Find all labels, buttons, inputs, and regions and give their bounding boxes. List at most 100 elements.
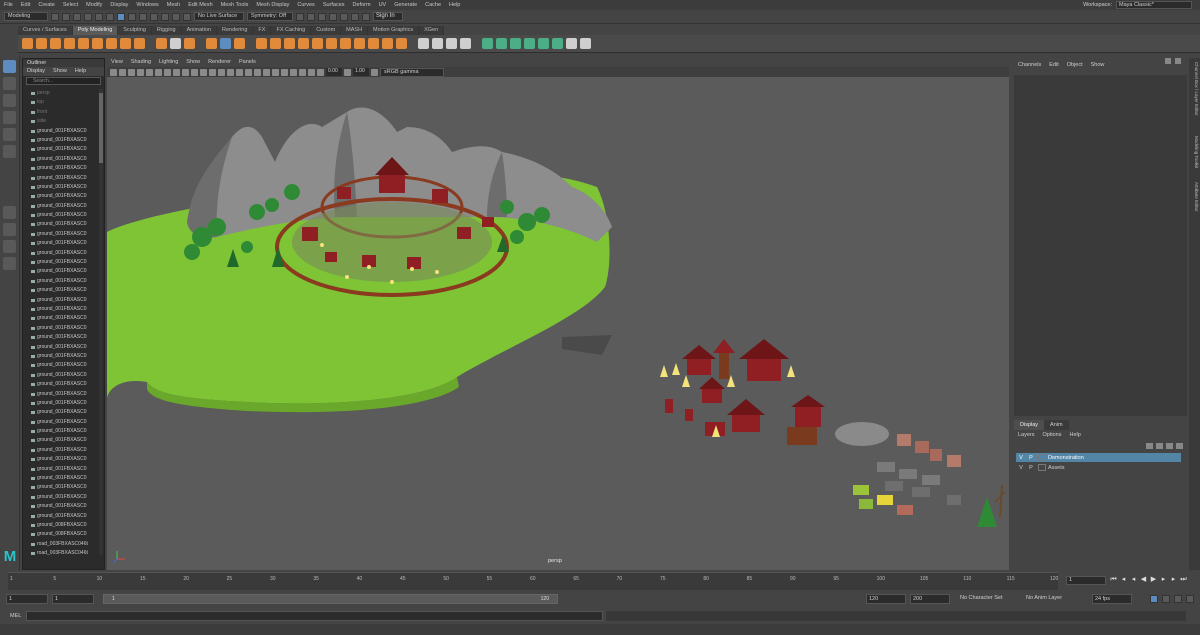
outliner-item[interactable]: ground_001FBXASC0	[23, 380, 99, 389]
auto-key-icon[interactable]	[1150, 595, 1158, 603]
outliner-item[interactable]: ground_001FBXASC0	[23, 324, 99, 333]
open-scene-icon[interactable]	[62, 12, 70, 21]
gamma-icon[interactable]	[344, 68, 351, 76]
shelf-tab-poly-modeling[interactable]: Poly Modeling	[72, 26, 119, 35]
fill-hole-icon[interactable]	[326, 38, 337, 49]
poly-cylinder-icon[interactable]	[50, 38, 61, 49]
outliner-item[interactable]: ground_001FBXASC0	[23, 296, 99, 305]
outliner-item[interactable]: ground_001FBXASC0	[23, 333, 99, 342]
tab-display[interactable]: Display	[1014, 420, 1045, 430]
menu-modify[interactable]: Modify	[86, 2, 102, 8]
menu-windows[interactable]: Windows	[136, 2, 158, 8]
help-menu[interactable]: Help	[1069, 430, 1080, 440]
outliner-item[interactable]: ground_001FBXASC0	[23, 474, 99, 483]
outliner-item[interactable]: ground_001FBXASC0	[23, 155, 99, 164]
outliner-item[interactable]: ground_001FBXASC0	[23, 390, 99, 399]
poke-icon[interactable]	[524, 38, 535, 49]
animation-end-field[interactable]: 200	[910, 594, 950, 604]
single-perspective-layout-icon[interactable]	[3, 206, 16, 219]
anti-aliasing-icon[interactable]	[272, 68, 279, 76]
outliner-item[interactable]: ground_001FBXASC0	[23, 465, 99, 474]
outliner-item[interactable]: ground_001FBXASC0	[23, 427, 99, 436]
range-bar[interactable]: 1 120	[103, 594, 558, 604]
layer-playback-toggle[interactable]: P	[1026, 465, 1036, 471]
poly-sphere-icon[interactable]	[22, 38, 33, 49]
outliner-item[interactable]: ground_001FBXASC0	[23, 258, 99, 267]
super-shape-icon[interactable]	[134, 38, 145, 49]
show-menu[interactable]: Show	[1091, 58, 1105, 72]
outliner-item[interactable]: ground_001FBXASC0	[23, 136, 99, 145]
outliner-item[interactable]: side	[23, 117, 99, 126]
anim-layer-dropdown[interactable]: No Anim Layer	[1024, 594, 1086, 604]
menu-curves[interactable]: Curves	[297, 2, 314, 8]
tab-modeling-toolkit[interactable]: Modeling Toolkit	[1190, 136, 1199, 168]
safe-title-icon[interactable]	[200, 68, 207, 76]
outliner-item[interactable]: ground_001FBXASC0	[23, 267, 99, 276]
bridge-edge-icon[interactable]	[510, 38, 521, 49]
outliner-item[interactable]: ground_001FBXASC0	[23, 192, 99, 201]
command-input[interactable]	[26, 611, 603, 621]
poly-plane-icon[interactable]	[92, 38, 103, 49]
outliner-item[interactable]: road_003FBXASC046t	[23, 549, 99, 555]
rotate-tool-icon[interactable]	[3, 128, 16, 141]
textured-icon[interactable]	[236, 68, 243, 76]
object-menu[interactable]: Object	[1067, 58, 1083, 72]
exposure-icon[interactable]	[317, 68, 324, 76]
time-slider-track[interactable]: 1 5 10 15 20 25 30 35 40 45 50 55 60 65 70 75 80 85 90 95 10…	[8, 572, 1058, 590]
render-settings-icon[interactable]	[318, 12, 326, 21]
new-layer-from-selection-icon[interactable]	[1176, 443, 1183, 449]
outliner-item[interactable]: ground_001FBXASC0	[23, 483, 99, 492]
outliner-item[interactable]: ground_001FBXASC0	[23, 277, 99, 286]
combine-icon[interactable]	[206, 38, 217, 49]
menu-mesh-display[interactable]: Mesh Display	[256, 2, 289, 8]
outliner-item[interactable]: ground_001FBXASC0	[23, 361, 99, 370]
outliner-layout-icon[interactable]	[3, 257, 16, 270]
menu-select[interactable]: Select	[63, 2, 78, 8]
render-view-icon[interactable]	[340, 12, 348, 21]
viewport-menu-renderer[interactable]: Renderer	[208, 58, 231, 67]
shelf-tab-motion-graphics[interactable]: Motion Graphics	[368, 26, 420, 35]
layer-playback-toggle[interactable]: P	[1026, 455, 1036, 461]
layer-row[interactable]: V P Assets	[1016, 463, 1181, 472]
menu-help[interactable]: Help	[449, 2, 460, 8]
current-frame-field[interactable]: 1	[1066, 576, 1106, 585]
snap-view-icon[interactable]	[183, 12, 191, 21]
outliner-item[interactable]: ground_001FBXASC0	[23, 343, 99, 352]
light-editor-icon[interactable]	[351, 12, 359, 21]
snap-grid-icon[interactable]	[139, 12, 147, 21]
outliner-item[interactable]: ground_001FBXASC0	[23, 305, 99, 314]
grid-icon[interactable]	[146, 68, 153, 76]
extrude-icon[interactable]	[482, 38, 493, 49]
depth-of-field-icon[interactable]	[281, 68, 288, 76]
menu-surfaces[interactable]: Surfaces	[323, 2, 345, 8]
select-component-icon[interactable]	[128, 12, 136, 21]
sound-icon[interactable]	[1174, 595, 1182, 603]
viewport-3d[interactable]: persp	[107, 77, 1009, 570]
layer-color-swatch[interactable]	[1038, 464, 1046, 471]
shelf-tab-sculpting[interactable]: Sculpting	[118, 26, 152, 35]
menu-icon[interactable]	[1175, 58, 1181, 64]
select-tool-icon[interactable]	[3, 60, 16, 73]
menu-file[interactable]: File	[4, 2, 13, 8]
outliner-item[interactable]: ground_001FBXASC0	[23, 399, 99, 408]
reduce-icon[interactable]	[368, 38, 379, 49]
menu-edit-mesh[interactable]: Edit Mesh	[188, 2, 212, 8]
outliner-search-input[interactable]: Search...	[26, 77, 101, 85]
menu-generate[interactable]: Generate	[394, 2, 417, 8]
outliner-menu-show[interactable]: Show	[53, 67, 67, 76]
outliner-item[interactable]: ground_001FBXASC0	[23, 127, 99, 136]
options-menu[interactable]: Options	[1043, 430, 1062, 440]
shelf-tab-custom[interactable]: Custom	[311, 26, 342, 35]
outliner-item[interactable]: ground_001FBXASC0	[23, 418, 99, 427]
shelf-tab-rigging[interactable]: Rigging	[151, 26, 182, 35]
quadrangulate-icon[interactable]	[354, 38, 365, 49]
image-plane-icon[interactable]	[137, 68, 144, 76]
outliner-item[interactable]: ground_001FBXASC0	[23, 408, 99, 417]
outliner-item[interactable]: ground_001FBXASC0	[23, 220, 99, 229]
outliner-item[interactable]: persp	[23, 89, 99, 98]
outliner-item[interactable]: ground_001FBXASC0	[23, 202, 99, 211]
platonic-solid-icon[interactable]	[120, 38, 131, 49]
shelf-tab-rendering[interactable]: Rendering	[217, 26, 254, 35]
viewport-menu-show[interactable]: Show	[186, 58, 200, 67]
wireframe-icon[interactable]	[209, 68, 216, 76]
